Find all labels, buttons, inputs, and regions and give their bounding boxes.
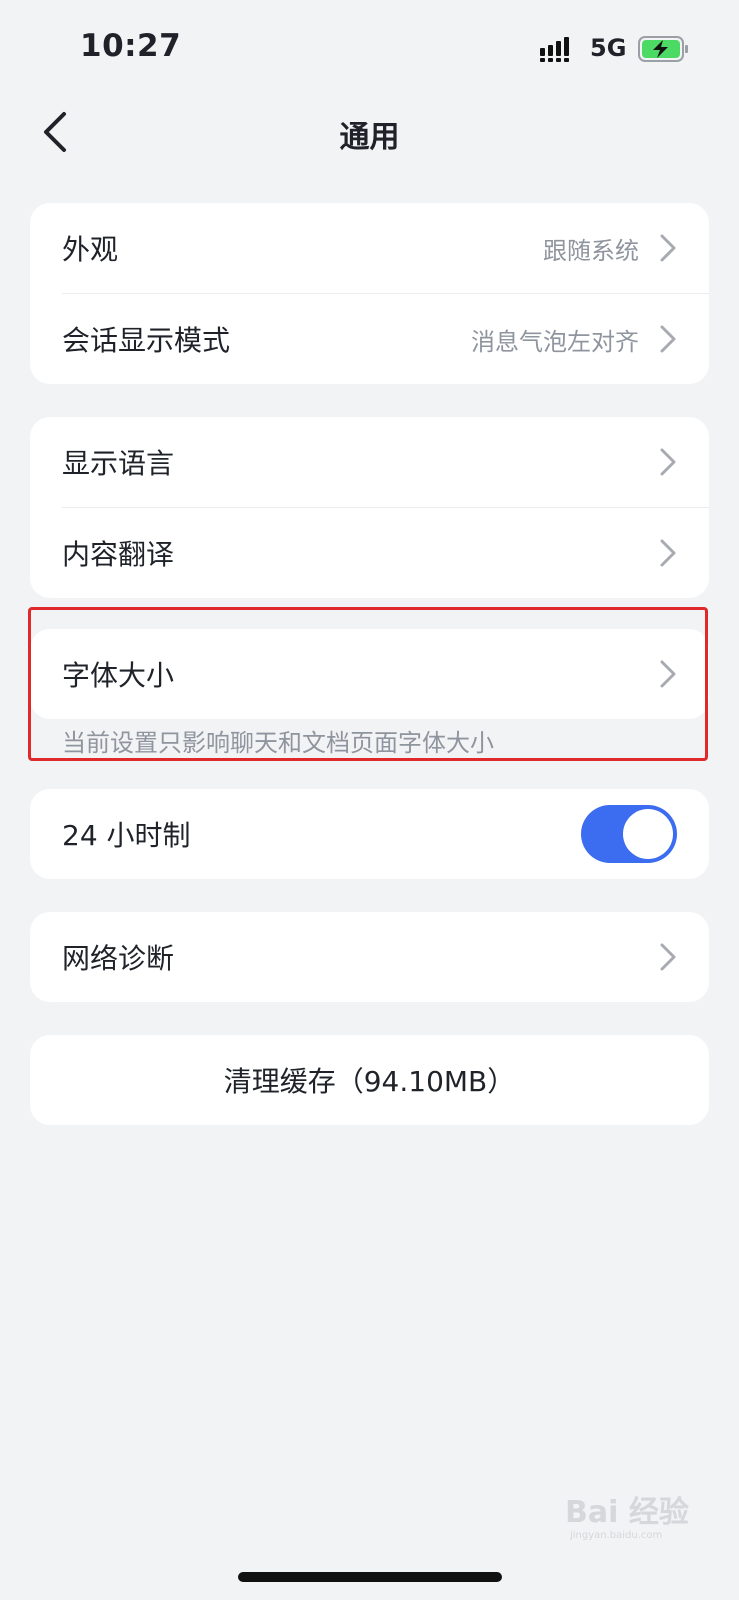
time-format-label: 24 小时制 [62, 819, 191, 852]
nav-bar: 通用 [0, 96, 739, 168]
page-title: 通用 [339, 120, 400, 155]
signal-bars-icon [540, 37, 569, 62]
network-diagnosis-label: 网络诊断 [62, 942, 175, 975]
chat-display-mode-row[interactable]: 会话显示模式 消息气泡左对齐 [30, 294, 709, 384]
highlight-box [28, 607, 708, 761]
appearance-label: 外观 [62, 233, 119, 266]
content-translation-row[interactable]: 内容翻译 [30, 508, 709, 598]
status-time: 10:27 [80, 28, 182, 64]
watermark-url: jingyan.baidu.com [570, 1530, 663, 1541]
time-format-group: 24 小时制 [30, 789, 709, 879]
chat-display-mode-value: 消息气泡左对齐 [471, 327, 639, 356]
chevron-right-icon [660, 325, 676, 353]
chat-display-mode-label: 会话显示模式 [62, 324, 231, 357]
clear-cache-button[interactable]: 清理缓存（94.10MB） [30, 1035, 709, 1125]
language-group: 显示语言 内容翻译 [30, 417, 709, 598]
display-language-label: 显示语言 [62, 447, 175, 480]
network-type: 5G [590, 34, 627, 62]
home-indicator[interactable] [238, 1572, 502, 1582]
appearance-row[interactable]: 外观 跟随系统 [30, 203, 709, 293]
battery-charging-icon [638, 36, 688, 62]
network-diagnosis-row[interactable]: 网络诊断 [30, 912, 709, 1002]
appearance-group: 外观 跟随系统 会话显示模式 消息气泡左对齐 [30, 203, 709, 384]
toggle-knob [623, 809, 673, 859]
time-format-row: 24 小时制 [30, 789, 709, 879]
status-bar: 10:27 5G [0, 0, 739, 96]
time-format-toggle[interactable] [581, 805, 677, 863]
chevron-right-icon [660, 234, 676, 262]
network-group: 网络诊断 [30, 912, 709, 1002]
chevron-right-icon [660, 943, 676, 971]
display-language-row[interactable]: 显示语言 [30, 417, 709, 507]
chevron-right-icon [660, 539, 676, 567]
appearance-value: 跟随系统 [543, 236, 639, 265]
cache-group: 清理缓存（94.10MB） [30, 1035, 709, 1125]
chevron-right-icon [660, 448, 676, 476]
content-translation-label: 内容翻译 [62, 538, 175, 571]
watermark: Bai 经验 [565, 1495, 689, 1530]
